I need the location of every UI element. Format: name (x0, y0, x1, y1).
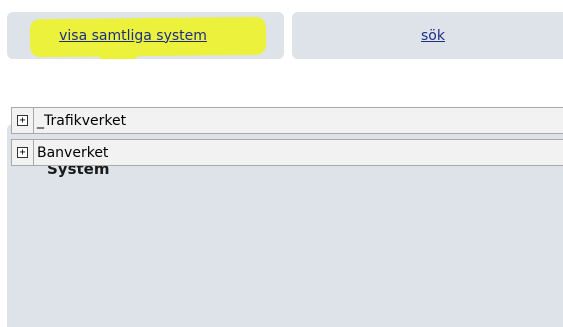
plus-box-icon[interactable]: + (17, 115, 28, 126)
visa-samtliga-system-link[interactable]: visa samtliga system (59, 28, 207, 44)
highlight-marker-tail (98, 50, 138, 59)
tree-item-label[interactable]: _Trafikverket (37, 113, 126, 129)
tree-row-divider (33, 139, 34, 166)
plus-box-icon[interactable]: + (17, 147, 28, 158)
tree-item-label[interactable]: Banverket (37, 145, 108, 161)
tree-item-trafikverket[interactable]: + _Trafikverket (11, 107, 563, 134)
system-tree: + _Trafikverket + Banverket (11, 107, 563, 171)
sok-link[interactable]: sök (421, 28, 445, 44)
tree-item-banverket[interactable]: + Banverket (11, 139, 563, 166)
page: visa samtliga system sök System + _Trafi… (0, 0, 563, 327)
tab-sok[interactable]: sök (292, 12, 563, 59)
tree-row-divider (33, 107, 34, 134)
